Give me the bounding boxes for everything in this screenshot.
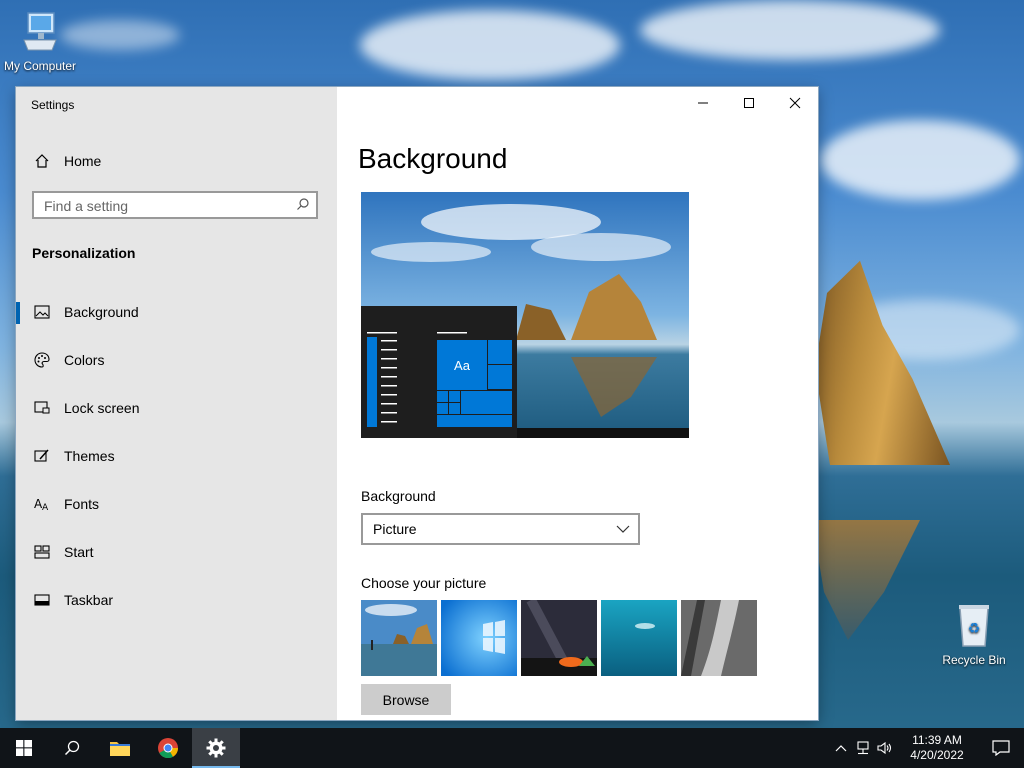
- maximize-icon: [744, 98, 754, 108]
- sidebar-item-label: Lock screen: [64, 400, 140, 416]
- palette-icon: [32, 350, 52, 370]
- svg-text:A: A: [42, 503, 49, 512]
- gear-icon: [206, 738, 226, 758]
- system-tray: 11:39 AM 4/20/2022: [830, 728, 1024, 768]
- dropdown-value: Picture: [373, 521, 417, 537]
- search-button[interactable]: [48, 728, 96, 768]
- cloud: [360, 10, 620, 80]
- svg-text:♻: ♻: [968, 621, 981, 637]
- themes-icon: [32, 446, 52, 466]
- rock-reflection: [812, 520, 920, 640]
- settings-window: Settings Home Personalization Background: [16, 87, 818, 720]
- window-title: Settings: [31, 98, 75, 112]
- clock[interactable]: 11:39 AM 4/20/2022: [902, 733, 972, 763]
- fonts-icon: AA: [32, 494, 52, 514]
- desktop-icon-my-computer[interactable]: My Computer: [0, 10, 80, 73]
- notification-center-button[interactable]: [978, 728, 1024, 768]
- sidebar: Settings Home Personalization Background: [16, 87, 337, 720]
- search-input[interactable]: [34, 193, 286, 219]
- desktop: My Computer ♻ Recycle Bin Settings Home: [0, 0, 1024, 768]
- volume-icon[interactable]: [874, 728, 896, 768]
- picture-thumbnail[interactable]: [601, 600, 677, 676]
- sidebar-item-lock-screen[interactable]: Lock screen: [16, 388, 337, 428]
- minimize-button[interactable]: [680, 87, 726, 119]
- desktop-icon-label: Recycle Bin: [942, 653, 1006, 667]
- sidebar-item-label: Start: [64, 544, 94, 560]
- picture-thumbnail[interactable]: [521, 600, 597, 676]
- preview-tile-text: Aa: [454, 357, 470, 373]
- sidebar-item-label: Home: [64, 153, 102, 169]
- clock-date: 4/20/2022: [910, 748, 964, 762]
- picture-thumbnail[interactable]: [441, 600, 517, 676]
- close-icon: [789, 97, 801, 109]
- maximize-button[interactable]: [726, 87, 772, 119]
- clock-time: 11:39 AM: [912, 733, 962, 747]
- windows-logo-icon: [16, 740, 32, 756]
- sidebar-item-label: Background: [64, 304, 139, 320]
- close-button[interactable]: [772, 87, 818, 119]
- folder-icon: [110, 742, 130, 756]
- picture-icon: [32, 302, 52, 322]
- settings-taskbar-button[interactable]: [192, 728, 240, 768]
- background-type-dropdown[interactable]: Picture: [361, 513, 640, 545]
- background-type-label: Background: [361, 488, 436, 504]
- recycle-bin-icon: ♻: [934, 602, 1014, 651]
- lock-screen-icon: [32, 398, 52, 418]
- home-icon: [32, 151, 52, 171]
- sidebar-item-label: Fonts: [64, 496, 100, 512]
- chevron-down-icon: [616, 520, 630, 538]
- search-box[interactable]: [32, 191, 318, 219]
- cloud: [820, 120, 1020, 200]
- desktop-icon-recycle-bin[interactable]: ♻ Recycle Bin: [934, 602, 1014, 667]
- sidebar-item-fonts[interactable]: AA Fonts: [16, 484, 337, 524]
- sidebar-item-taskbar[interactable]: Taskbar: [16, 580, 337, 620]
- sidebar-item-label: Taskbar: [64, 592, 114, 608]
- taskbar: 11:39 AM 4/20/2022: [0, 728, 1024, 768]
- desktop-icon-label: My Computer: [3, 59, 77, 73]
- chevron-up-icon[interactable]: [830, 728, 852, 768]
- browse-button[interactable]: Browse: [361, 684, 451, 715]
- section-title: Personalization: [32, 245, 136, 261]
- picture-thumbnail[interactable]: [361, 600, 437, 676]
- taskbar-icon: [32, 590, 52, 610]
- sidebar-item-background[interactable]: Background: [16, 292, 337, 332]
- start-button[interactable]: [0, 728, 48, 768]
- sidebar-item-start[interactable]: Start: [16, 532, 337, 572]
- sidebar-item-label: Themes: [64, 448, 115, 464]
- background-preview: Aa: [361, 192, 689, 438]
- chrome-icon: [158, 738, 179, 759]
- sidebar-item-label: Colors: [64, 352, 105, 368]
- search-icon: [64, 740, 80, 756]
- notification-icon: [992, 740, 1010, 756]
- chrome-button[interactable]: [144, 728, 192, 768]
- sidebar-item-home[interactable]: Home: [16, 141, 337, 181]
- picture-thumbnail[interactable]: [681, 600, 757, 676]
- start-icon: [32, 542, 52, 562]
- page-title: Background: [358, 143, 508, 174]
- search-icon[interactable]: [296, 197, 310, 216]
- choose-picture-label: Choose your picture: [361, 575, 487, 591]
- minimize-icon: [698, 102, 708, 104]
- sidebar-item-themes[interactable]: Themes: [16, 436, 337, 476]
- cloud: [640, 0, 940, 60]
- sidebar-item-colors[interactable]: Colors: [16, 340, 337, 380]
- network-icon[interactable]: [852, 728, 874, 768]
- computer-icon: [0, 10, 80, 57]
- file-explorer-button[interactable]: [96, 728, 144, 768]
